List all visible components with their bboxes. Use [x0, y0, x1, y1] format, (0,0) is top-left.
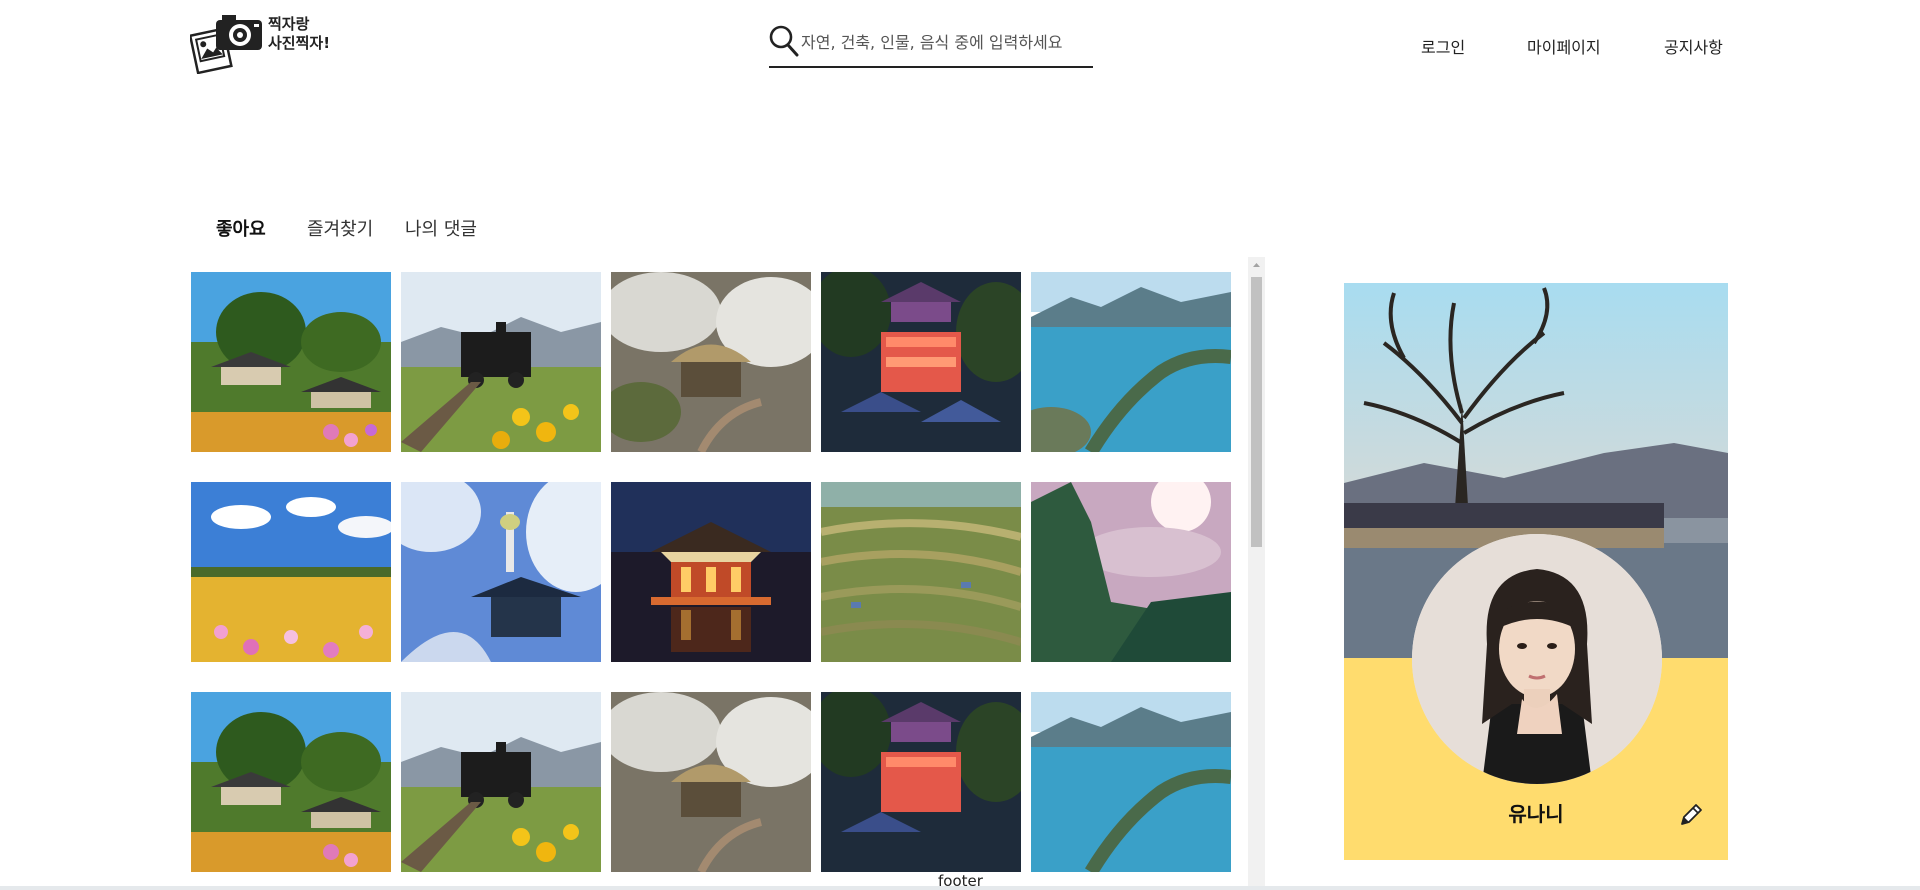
thatched-hut-plum-blossom-icon — [611, 692, 811, 872]
search-bar — [769, 22, 1093, 68]
temple-lanterns-night-icon — [821, 692, 1021, 872]
coastal-island-icon — [1031, 692, 1231, 872]
nav-notice[interactable]: 공지사항 — [1664, 34, 1723, 58]
nav-login[interactable]: 로그인 — [1421, 34, 1465, 58]
nav-mypage[interactable]: 마이페이지 — [1527, 34, 1601, 58]
thatched-hut-plum-blossom-icon — [611, 272, 811, 452]
photo-misty-cliff[interactable] — [1031, 482, 1231, 662]
logo-line-1: 찍자랑 — [268, 15, 310, 33]
avatar-portrait-icon — [1412, 534, 1662, 784]
steam-train-sunflower-icon — [401, 692, 601, 872]
temple-lanterns-night-icon — [821, 272, 1021, 452]
photo-cosmos-field[interactable] — [191, 482, 391, 662]
photo-hanok-village[interactable] — [191, 272, 391, 452]
profile-username: 유나니 — [1508, 802, 1564, 826]
photo-pavilion-night[interactable] — [611, 482, 811, 662]
photo-terraced-fields[interactable] — [821, 482, 1021, 662]
tab-my-comments[interactable]: 나의 댓글 — [405, 215, 477, 241]
cosmos-field-icon — [191, 482, 391, 662]
tab-likes[interactable]: 좋아요 — [216, 215, 266, 241]
photo-snowy-pavilion[interactable] — [401, 482, 601, 662]
photo-coastal-island[interactable] — [1031, 692, 1231, 872]
hanok-village-icon — [191, 272, 391, 452]
pencil-edit-icon[interactable] — [1678, 802, 1704, 828]
photo-steam-train[interactable] — [401, 692, 601, 872]
photo-steam-train[interactable] — [401, 272, 601, 452]
photo-coastal-island[interactable] — [1031, 272, 1231, 452]
profile-card: 유나니 — [1344, 283, 1728, 860]
photo-hanok-village[interactable] — [191, 692, 391, 872]
avatar[interactable] — [1412, 534, 1662, 784]
logo-line-2: 사진찍자! — [268, 34, 331, 52]
search-icon[interactable] — [769, 24, 799, 58]
photo-thatched-hut[interactable] — [611, 692, 811, 872]
steam-train-sunflower-icon — [401, 272, 601, 452]
logo-text: 찍자랑 사진찍자! — [268, 15, 330, 53]
coastal-island-icon — [1031, 272, 1231, 452]
photo-temple-lanterns[interactable] — [821, 692, 1021, 872]
photo-temple-lanterns[interactable] — [821, 272, 1021, 452]
photo-thatched-hut[interactable] — [611, 272, 811, 452]
photo-grid-scrollbar[interactable] — [1248, 257, 1265, 890]
search-input[interactable] — [799, 28, 1093, 56]
misty-cliff-sunrise-icon — [1031, 482, 1231, 662]
tab-favorites[interactable]: 즐겨찾기 — [307, 215, 373, 241]
photo-grid — [191, 257, 1266, 890]
site-logo[interactable]: 찍자랑 사진찍자! — [190, 12, 340, 74]
scroll-up-arrow-icon[interactable] — [1248, 257, 1265, 273]
footer-divider — [0, 886, 1920, 890]
hanok-village-icon — [191, 692, 391, 872]
terraced-fields-icon — [821, 482, 1021, 662]
camera-photo-logo-icon — [190, 15, 262, 74]
pavilion-night-reflection-icon — [611, 482, 811, 662]
snowy-pavilion-tower-icon — [401, 482, 601, 662]
scrollbar-thumb[interactable] — [1251, 277, 1262, 547]
